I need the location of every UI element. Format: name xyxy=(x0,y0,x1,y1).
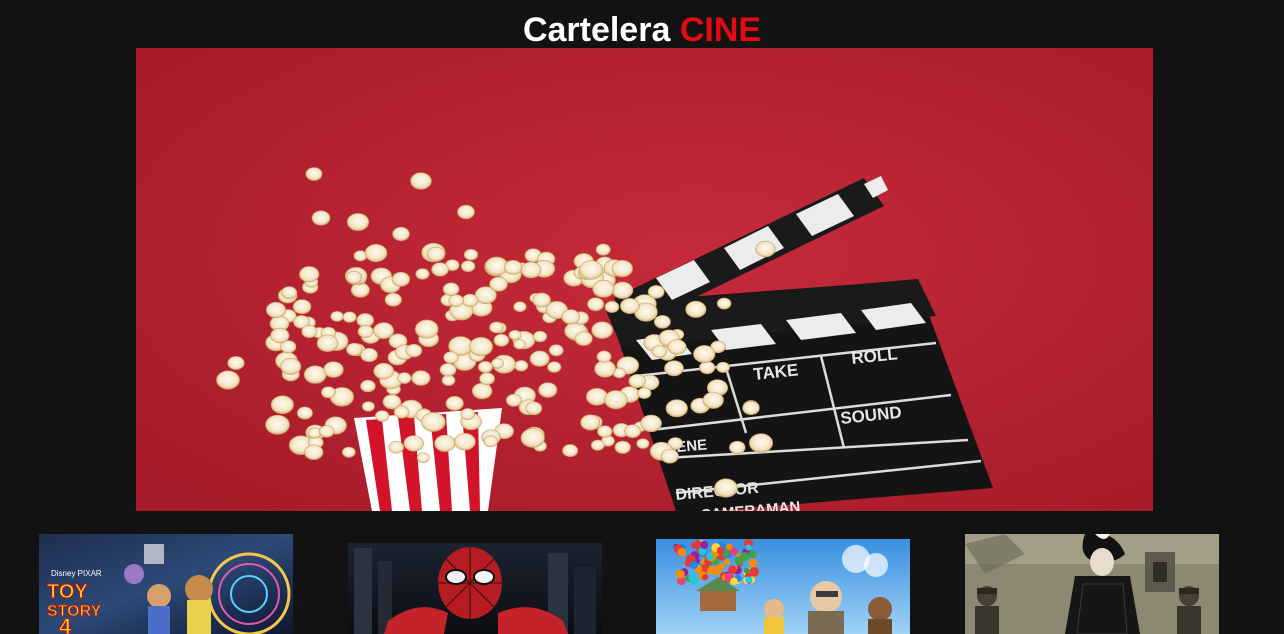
movie-poster-spider-man[interactable] xyxy=(348,543,602,634)
poster-brand: Disney PIXAR xyxy=(51,569,102,578)
page-title: Cartelera CINE xyxy=(0,10,1284,50)
title-accent: CINE xyxy=(679,11,762,49)
movie-poster-toy-story-4[interactable]: Disney PIXAR TOY STORY 4 xyxy=(39,534,293,634)
hero-image: TAKE ROLL SOUND DIRECTOR SCENE CAMERAMAN xyxy=(136,48,1153,511)
spider-man-poster-image xyxy=(348,543,602,634)
movie-poster-up[interactable] xyxy=(656,539,910,634)
title-main: Cartelera xyxy=(522,11,671,49)
up-poster-image xyxy=(656,539,910,634)
cruella-poster-image xyxy=(965,534,1219,634)
movie-poster-cruella[interactable] xyxy=(965,534,1219,634)
toy-story-4-poster-image: Disney PIXAR TOY STORY 4 xyxy=(39,534,293,634)
poster-title-number: 4 xyxy=(59,614,72,634)
poster-title-line1: TOY xyxy=(47,581,88,603)
hero-banner: TAKE ROLL SOUND DIRECTOR SCENE CAMERAMAN xyxy=(136,48,1153,511)
poster-title-line2: STORY xyxy=(47,603,102,620)
